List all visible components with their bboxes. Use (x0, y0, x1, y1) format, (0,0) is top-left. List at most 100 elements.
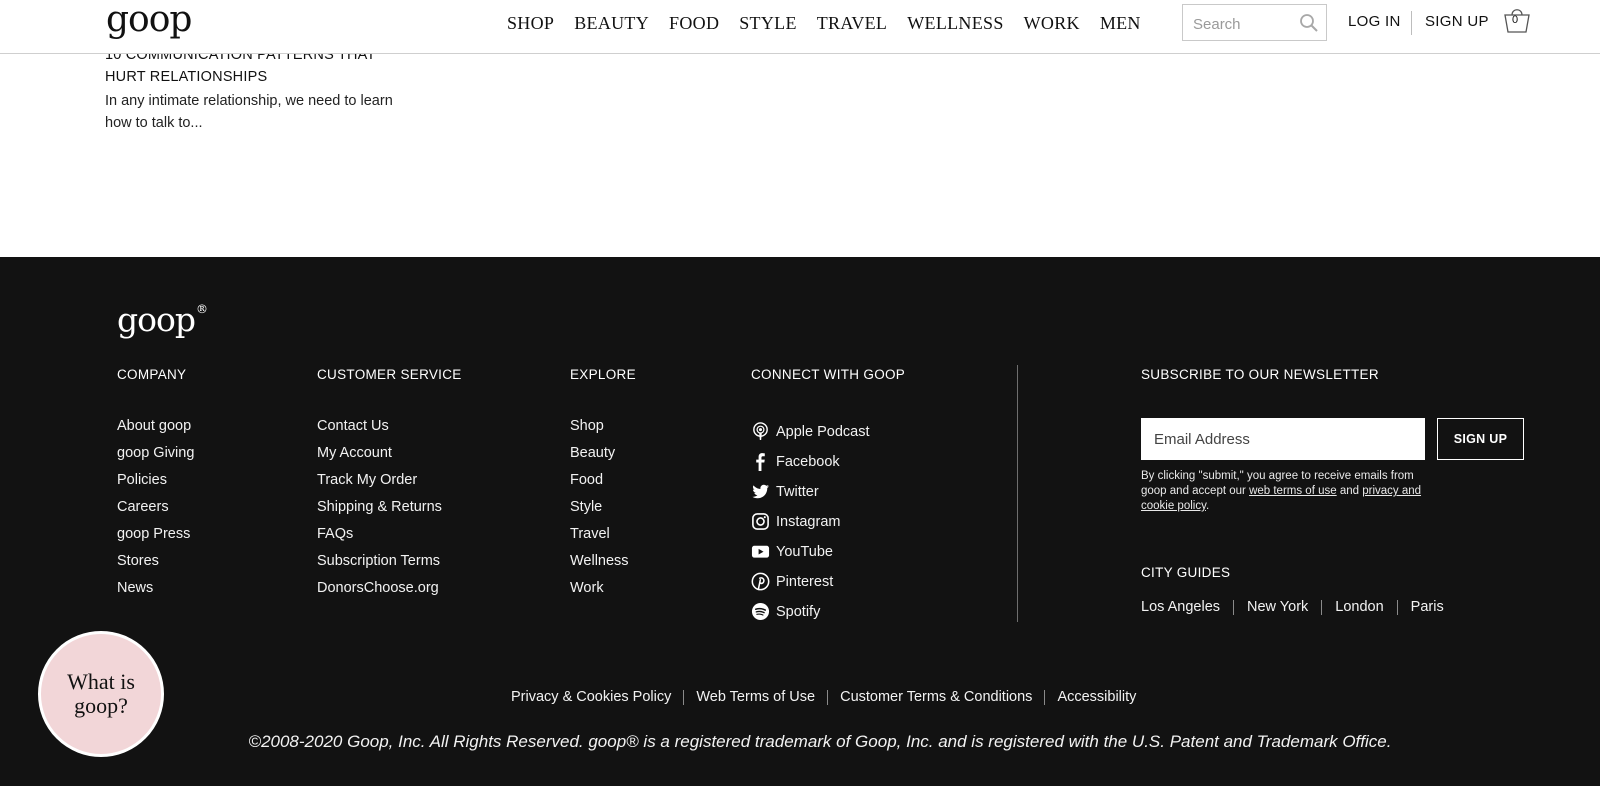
social-link-pinterest[interactable]: Pinterest (751, 566, 905, 597)
what-is-goop-label: What is goop? (67, 669, 135, 718)
footer-link-beauty[interactable]: Beauty (570, 444, 636, 471)
cart-count: 0 (1512, 14, 1519, 26)
teaser-description: In any intimate relationship, we need to… (105, 93, 393, 131)
login-link[interactable]: LOG IN (1348, 13, 1401, 30)
city-link-paris[interactable]: Paris (1411, 599, 1444, 615)
footer-link-careers[interactable]: Careers (117, 498, 194, 525)
social-label-youtube: YouTube (776, 543, 833, 560)
legal-link-customer-terms[interactable]: Customer Terms & Conditions (840, 689, 1032, 705)
footer-link-shipping[interactable]: Shipping & Returns (317, 498, 462, 525)
city-guides-heading: CITY GUIDES (1141, 565, 1231, 580)
social-link-apple-podcast[interactable]: Apple Podcast (751, 416, 905, 447)
pinterest-icon (751, 572, 770, 591)
search-box (1182, 4, 1327, 41)
instagram-icon (752, 513, 769, 530)
footer-link-shop[interactable]: Shop (570, 417, 636, 444)
connect-column: CONNECT WITH GOOP Apple Podcast Facebook… (751, 367, 905, 627)
social-link-facebook[interactable]: Facebook (751, 446, 905, 477)
social-label-facebook: Facebook (776, 453, 840, 470)
what-is-goop-badge[interactable]: What is goop? (38, 631, 164, 757)
site-header: goop SHOP BEAUTY FOOD STYLE TRAVEL WELLN… (0, 0, 1600, 54)
city-guides-list: Los Angeles New York London Paris (1141, 599, 1444, 615)
nav-food[interactable]: FOOD (669, 13, 719, 33)
customer-service-heading: CUSTOMER SERVICE (317, 367, 462, 382)
footer-link-policies[interactable]: Policies (117, 471, 194, 498)
footer-link-track-order[interactable]: Track My Order (317, 471, 462, 498)
footer-link-faqs[interactable]: FAQs (317, 525, 462, 552)
city-link-los-angeles[interactable]: Los Angeles (1141, 599, 1220, 615)
header-divider (1411, 11, 1412, 35)
nav-men[interactable]: MEN (1100, 13, 1141, 33)
city-link-new-york[interactable]: New York (1247, 599, 1308, 615)
social-label-pinterest: Pinterest (776, 573, 834, 590)
social-label-instagram: Instagram (776, 513, 841, 530)
legal-link-privacy[interactable]: Privacy & Cookies Policy (511, 689, 671, 705)
web-terms-link[interactable]: web terms of use (1249, 485, 1337, 497)
footer-link-subscription-terms[interactable]: Subscription Terms (317, 552, 462, 579)
company-heading: COMPANY (117, 367, 187, 382)
footer-link-food[interactable]: Food (570, 471, 636, 498)
nav-travel[interactable]: TRAVEL (817, 13, 887, 33)
footer-divider (1017, 365, 1018, 622)
legal-separator (683, 689, 685, 705)
footer-link-work[interactable]: Work (570, 579, 636, 606)
company-column: COMPANY About goop goop Giving Policies … (117, 367, 194, 606)
legal-suffix: . (1206, 500, 1210, 512)
footer-link-account[interactable]: My Account (317, 444, 462, 471)
connect-heading: CONNECT WITH GOOP (751, 367, 906, 382)
social-link-instagram[interactable]: Instagram (751, 506, 905, 537)
social-link-spotify[interactable]: Spotify (751, 596, 905, 627)
search-icon[interactable] (1299, 13, 1319, 33)
nav-shop[interactable]: SHOP (507, 13, 554, 33)
nav-style[interactable]: STYLE (739, 13, 797, 33)
social-link-twitter[interactable]: Twitter (751, 476, 905, 507)
newsletter-heading: SUBSCRIBE TO OUR NEWSLETTER (1141, 367, 1379, 382)
footer-link-contact[interactable]: Contact Us (317, 417, 462, 444)
footer-logo[interactable]: goop® (117, 300, 208, 339)
nav-work[interactable]: WORK (1024, 13, 1080, 33)
spotify-icon (751, 602, 770, 621)
footer-link-giving[interactable]: goop Giving (117, 444, 194, 471)
newsletter-legal-text: By clicking "submit," you agree to recei… (1141, 469, 1431, 514)
social-label-twitter: Twitter (776, 483, 819, 500)
city-separator (1233, 599, 1235, 615)
footer-link-press[interactable]: goop Press (117, 525, 194, 552)
legal-separator (1044, 689, 1046, 705)
explore-column: EXPLORE Shop Beauty Food Style Travel We… (570, 367, 636, 606)
legal-link-web-terms[interactable]: Web Terms of Use (696, 689, 815, 705)
legal-middle: and (1336, 485, 1363, 497)
footer-logo-text: goop (117, 300, 196, 339)
copyright-text: ©2008-2020 Goop, Inc. All Rights Reserve… (248, 732, 1392, 751)
podcast-icon (753, 422, 768, 441)
footer-link-stores[interactable]: Stores (117, 552, 194, 579)
footer-link-donorschoose[interactable]: DonorsChoose.org (317, 579, 462, 606)
legal-links: Privacy & Cookies Policy Web Terms of Us… (511, 689, 1136, 705)
city-separator (1321, 599, 1323, 615)
footer-link-style[interactable]: Style (570, 498, 636, 525)
footer-link-news[interactable]: News (117, 579, 194, 606)
social-link-youtube[interactable]: YouTube (751, 536, 905, 567)
footer-link-travel[interactable]: Travel (570, 525, 636, 552)
facebook-icon (756, 453, 765, 471)
city-separator (1396, 599, 1398, 615)
twitter-icon (752, 484, 770, 499)
main-nav: SHOP BEAUTY FOOD STYLE TRAVEL WELLNESS W… (507, 13, 1161, 33)
newsletter-email-input[interactable] (1141, 418, 1425, 460)
registered-mark: ® (195, 302, 208, 316)
nav-beauty[interactable]: BEAUTY (574, 13, 649, 33)
goop-logo[interactable]: goop (106, 0, 192, 42)
nav-wellness[interactable]: WELLNESS (907, 13, 1003, 33)
social-label-apple-podcast: Apple Podcast (776, 423, 870, 440)
customer-service-column: CUSTOMER SERVICE Contact Us My Account T… (317, 367, 462, 606)
social-label-spotify: Spotify (776, 603, 821, 620)
legal-separator (827, 689, 829, 705)
legal-link-accessibility[interactable]: Accessibility (1057, 689, 1136, 705)
article-teaser[interactable]: 10 Communication Patterns That Hurt Rela… (105, 44, 415, 134)
footer-link-wellness[interactable]: Wellness (570, 552, 636, 579)
signup-link[interactable]: SIGN UP (1425, 13, 1489, 30)
city-link-london[interactable]: London (1335, 599, 1383, 615)
search-input[interactable] (1193, 14, 1293, 34)
footer-link-about[interactable]: About goop (117, 417, 194, 444)
newsletter-signup-button[interactable]: SIGN UP (1437, 418, 1524, 460)
site-footer: goop® COMPANY About goop goop Giving Pol… (0, 257, 1600, 786)
